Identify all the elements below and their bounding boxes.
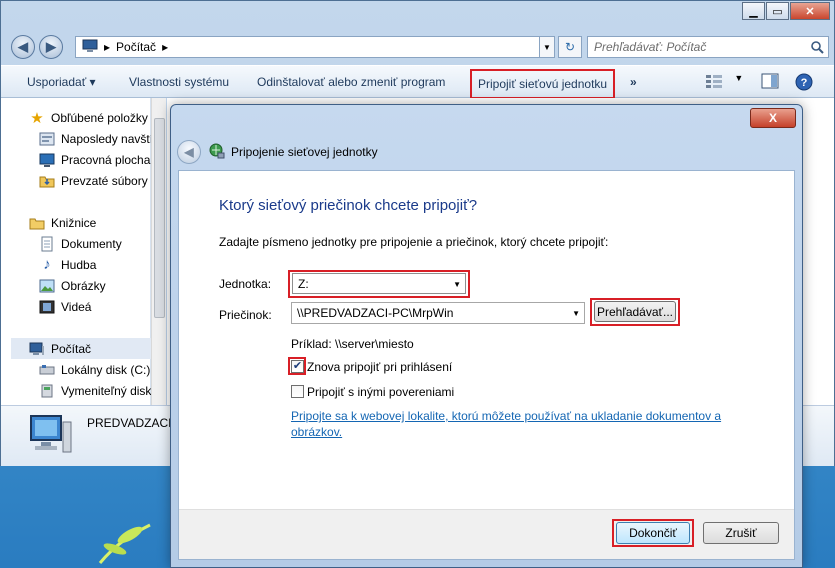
downloads-icon — [39, 173, 55, 189]
dialog-instruction: Zadajte písmeno jednotky pre pripojenie … — [219, 235, 609, 249]
close-button[interactable]: ✕ — [790, 2, 830, 20]
command-bar: Usporiadať ▾ Vlastnosti systému Odinštal… — [1, 65, 834, 99]
other-credentials-checkbox[interactable] — [291, 385, 304, 398]
map-network-drive-dialog: X ◀ Pripojenie sieťovej jednotky Ktorý s… — [170, 104, 803, 568]
breadcrumb-separator: ▸ — [104, 40, 111, 54]
wallpaper-leaves-decoration — [90, 505, 160, 568]
checkmark-icon: ✔ — [292, 360, 303, 372]
view-icon — [705, 75, 723, 92]
drive-letter-select[interactable]: Z: ▼ — [292, 273, 466, 294]
navigation-bar: ◀ ▶ ▸ Počítač ▸ ▼ ↻ Prehľadávať: Počítač — [9, 34, 829, 60]
close-icon: X — [768, 111, 777, 125]
dialog-header: ◀ Pripojenie sieťovej jednotky — [177, 137, 796, 167]
chevron-down-icon: ▼ — [734, 73, 744, 83]
videos-icon — [39, 299, 55, 315]
computer-name: PREDVADZACI- — [87, 416, 176, 430]
arrow-right-icon: ▶ — [46, 39, 56, 54]
other-credentials-label: Pripojiť s inými povereniami — [307, 385, 455, 399]
desktop-icon — [39, 152, 55, 168]
cancel-button[interactable]: Zrušiť — [703, 522, 779, 544]
star-icon: ★ — [30, 109, 44, 127]
address-bar[interactable]: ▸ Počítač ▸ — [75, 36, 555, 58]
preview-pane-icon — [761, 73, 779, 92]
web-storage-link[interactable]: Pripojte sa k webovej lokalite, ktorú mô… — [291, 408, 751, 440]
computer-icon — [29, 341, 45, 357]
libraries-icon — [29, 215, 45, 231]
uninstall-program-button[interactable]: Odinštalovať alebo zmeniť program — [257, 75, 445, 89]
arrow-left-icon: ◀ — [184, 145, 194, 159]
dialog-close-button[interactable]: X — [750, 108, 796, 128]
dialog-back-button[interactable]: ◀ — [177, 140, 201, 164]
browse-button[interactable]: Prehľadávať... — [594, 301, 676, 322]
removable-disk-icon — [39, 383, 55, 399]
search-input[interactable]: Prehľadávať: Počítač — [587, 36, 829, 58]
dialog-title: Pripojenie sieťovej jednotky — [231, 145, 378, 159]
documents-icon — [39, 236, 55, 252]
more-commands-button[interactable]: » — [630, 75, 637, 89]
search-placeholder: Prehľadávať: Počítač — [594, 40, 707, 54]
dialog-body: Ktorý sieťový priečinok chcete pripojiť?… — [178, 170, 795, 560]
computer-icon — [82, 39, 98, 56]
forward-button[interactable]: ▶ — [39, 35, 63, 59]
navigation-pane: ★ Obľúbené položky Naposledy navští Prac… — [1, 98, 153, 405]
chevron-down-icon: ▼ — [453, 280, 461, 289]
help-icon: ? — [795, 73, 813, 94]
breadcrumb-separator: ▸ — [162, 40, 169, 54]
scrollbar-thumb[interactable] — [154, 118, 165, 318]
window-controls: ▁ ▭ ✕ — [742, 2, 830, 20]
arrow-left-icon: ◀ — [18, 39, 28, 54]
preview-pane-button[interactable] — [761, 73, 779, 92]
svg-text:?: ? — [801, 77, 808, 89]
folder-label: Priečinok: — [219, 308, 272, 322]
system-properties-button[interactable]: Vlastnosti systému — [129, 75, 229, 89]
sidebar-item-computer[interactable]: Počítač — [11, 338, 151, 359]
computer-large-icon — [27, 412, 75, 461]
view-options-button[interactable]: ▼ — [705, 73, 743, 92]
organize-menu[interactable]: Usporiadať ▾ — [27, 75, 96, 89]
example-text: Príklad: \\server\miesto — [291, 337, 414, 351]
refresh-button[interactable]: ↻ — [558, 36, 582, 58]
map-network-drive-button[interactable]: Pripojiť sieťovú jednotku — [470, 69, 616, 99]
finish-button[interactable]: Dokončiť — [616, 522, 690, 544]
minimize-button[interactable]: ▁ — [742, 2, 765, 20]
reconnect-checkbox[interactable]: ✔ — [291, 360, 304, 373]
local-disk-icon — [39, 362, 55, 378]
help-button[interactable]: ? — [795, 73, 813, 94]
back-button[interactable]: ◀ — [11, 35, 35, 59]
address-dropdown-button[interactable]: ▼ — [539, 36, 555, 58]
breadcrumb[interactable]: Počítač — [116, 40, 156, 54]
drive-label: Jednotka: — [219, 277, 272, 291]
pictures-icon — [39, 278, 55, 294]
chevron-down-icon: ▾ — [89, 75, 96, 89]
search-icon[interactable] — [810, 40, 824, 57]
dialog-footer: Dokončiť Zrušiť — [179, 509, 794, 559]
chevron-down-icon[interactable]: ▼ — [572, 309, 580, 318]
dialog-heading: Ktorý sieťový priečinok chcete pripojiť? — [219, 197, 478, 214]
refresh-icon: ↻ — [564, 40, 576, 54]
music-icon: ♪ — [43, 256, 51, 273]
folder-input[interactable]: \\PREDVADZACI-PC\MrpWin ▼ — [291, 302, 585, 324]
navigation-pane-scrollbar[interactable] — [151, 98, 166, 405]
reconnect-label: Znova pripojiť pri prihlásení — [307, 360, 453, 374]
network-drive-icon — [209, 143, 225, 162]
recent-places-icon — [39, 131, 55, 147]
maximize-button[interactable]: ▭ — [766, 2, 789, 20]
